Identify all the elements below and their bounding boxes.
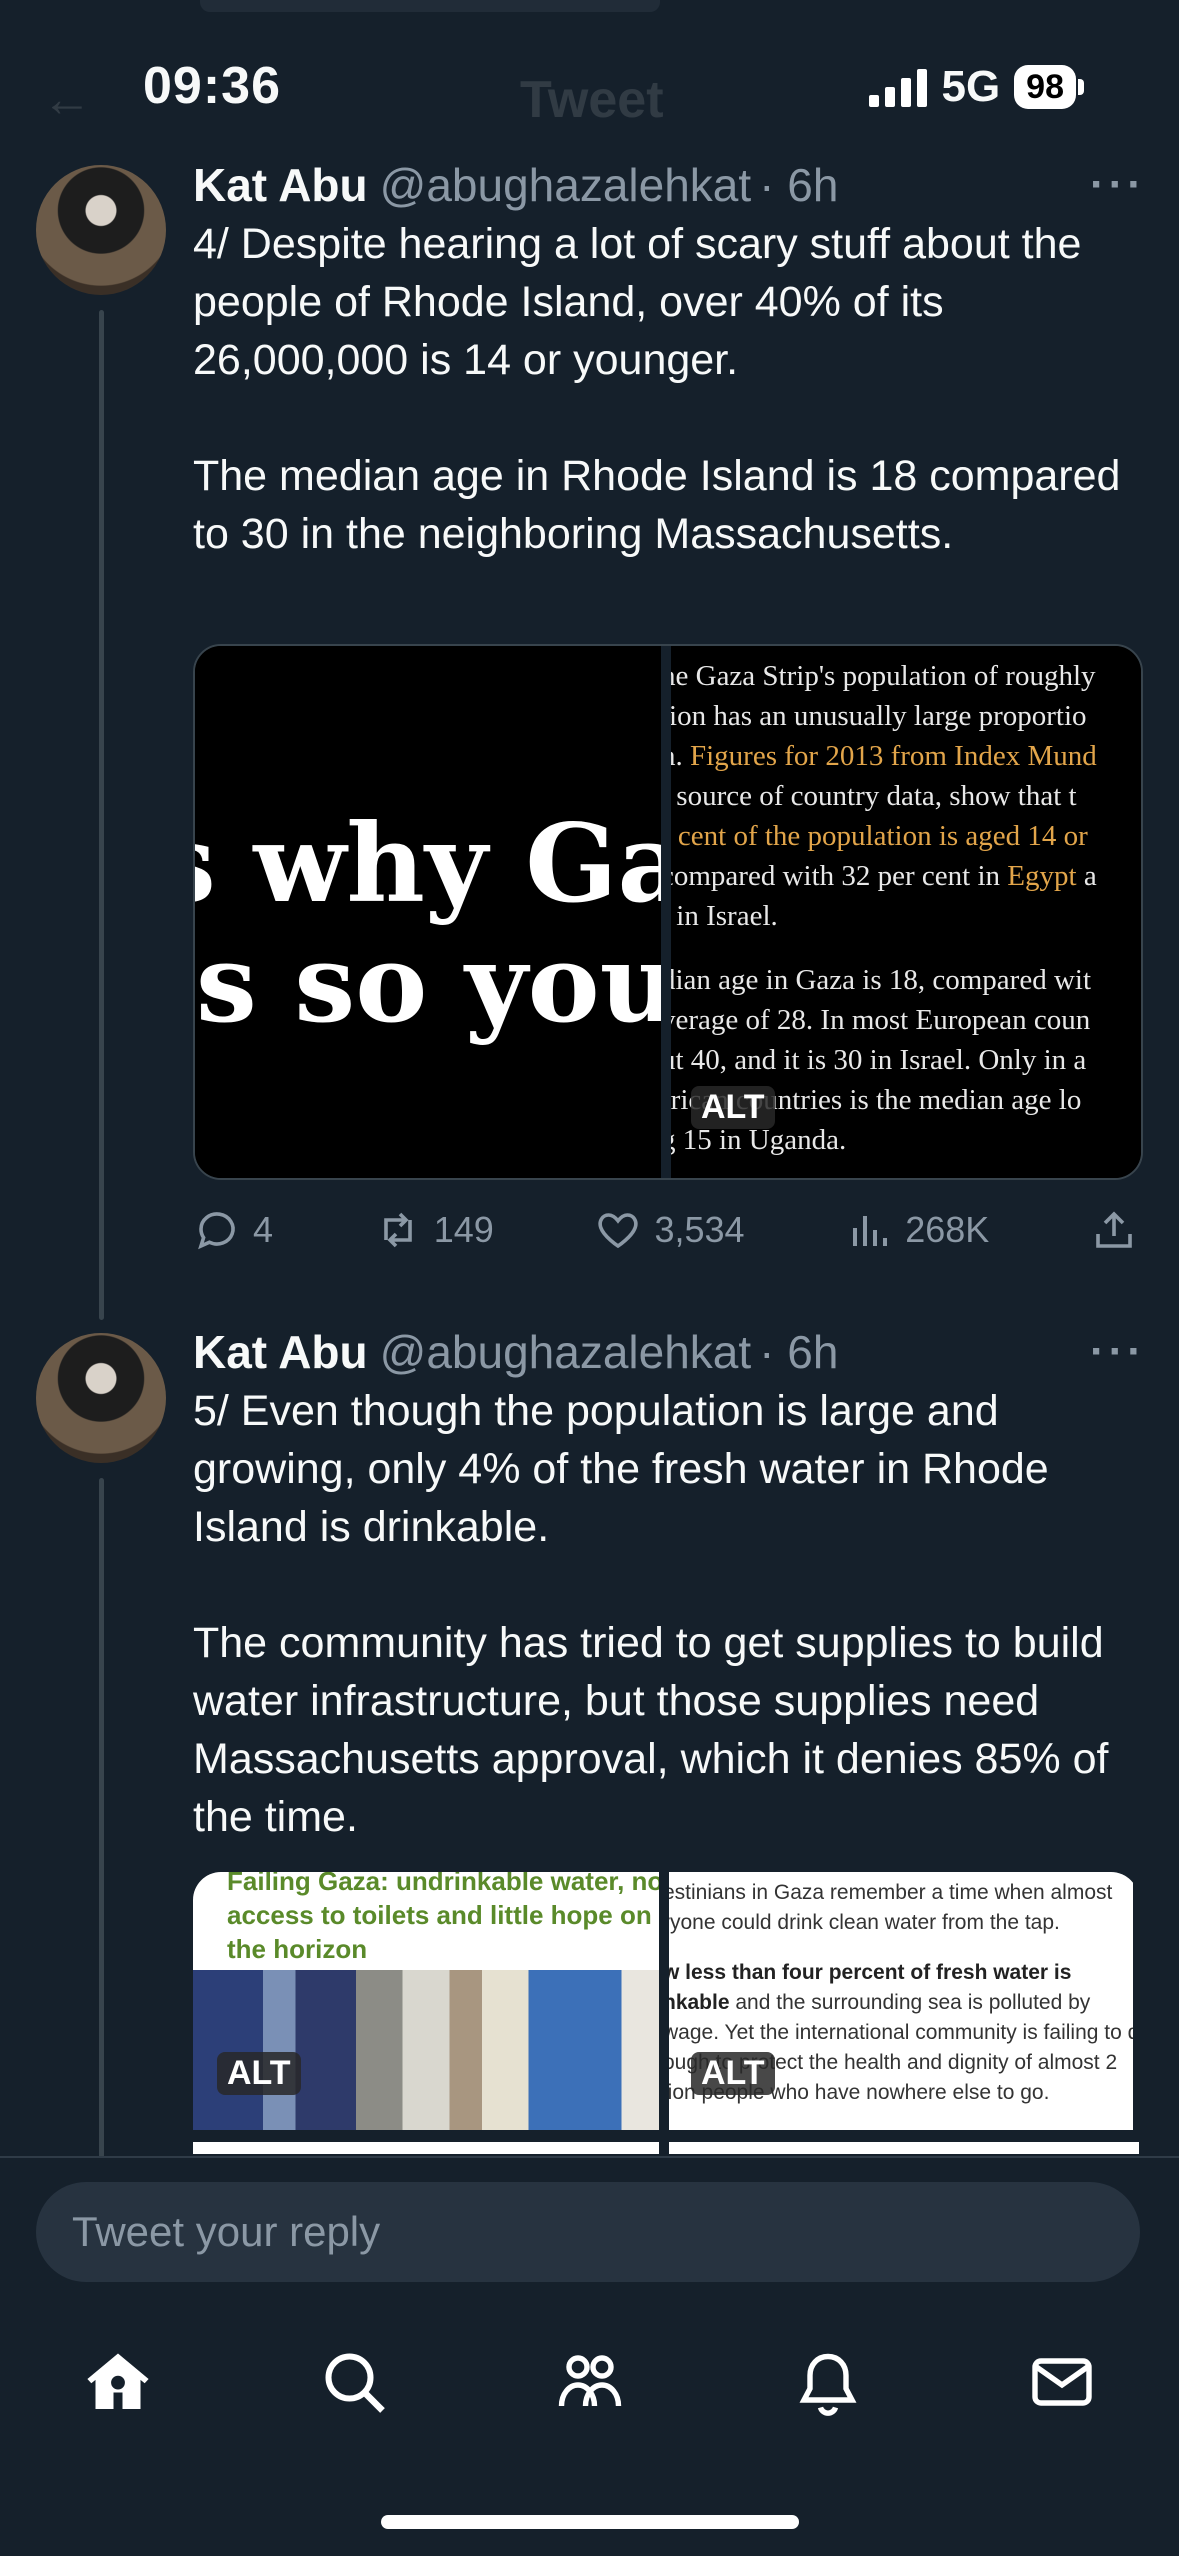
header-title: Tweet bbox=[520, 71, 664, 129]
retweet-count: 149 bbox=[433, 1209, 494, 1250]
avatar[interactable] bbox=[36, 1333, 166, 1463]
tweet-time: · 6h bbox=[759, 159, 839, 211]
author-handle[interactable]: @abughazalehkat bbox=[380, 1325, 752, 1379]
article-line: ut 40, and it is 30 in Israel. Only in a bbox=[671, 1044, 1087, 1076]
media-image-left-lower[interactable] bbox=[193, 2142, 659, 2154]
thread-line bbox=[99, 1478, 104, 2158]
heart-icon bbox=[598, 1213, 639, 1249]
status-time: 09:36 bbox=[143, 57, 281, 115]
reply-input[interactable]: Tweet your reply bbox=[36, 2182, 1140, 2282]
reply-button[interactable]: 4 bbox=[193, 1206, 273, 1254]
article-line: t in Israel. bbox=[671, 900, 778, 932]
image-headline: Failing Gaza: undrinkable water, no acce… bbox=[227, 1872, 659, 1964]
alt-badge[interactable]: ALT bbox=[691, 1086, 775, 1129]
battery-level: 98 bbox=[1014, 65, 1076, 109]
reply-bar: Tweet your reply bbox=[0, 2156, 1179, 2308]
article-line: estinians in Gaza remember a time when a… bbox=[669, 1881, 1113, 1904]
more-options-icon[interactable]: ··· bbox=[1090, 160, 1146, 210]
reply-placeholder: Tweet your reply bbox=[72, 2208, 381, 2255]
reply-count: 4 bbox=[253, 1209, 274, 1250]
avatar[interactable] bbox=[36, 165, 166, 295]
article-line: verage of 28. In most European coun bbox=[671, 1004, 1091, 1036]
author-name[interactable]: Kat Abu bbox=[193, 1325, 368, 1379]
tweet-media[interactable]: s why Ga is so you he Gaza Strip's popul… bbox=[193, 644, 1143, 1180]
share-button[interactable] bbox=[1090, 1206, 1138, 1254]
article-line: nkable bbox=[669, 1991, 730, 2014]
back-arrow-icon[interactable]: ← bbox=[42, 70, 92, 128]
communities-icon[interactable] bbox=[554, 2346, 626, 2418]
like-button[interactable]: 3,534 bbox=[594, 1206, 745, 1254]
media-image-left[interactable]: Failing Gaza: undrinkable water, no acce… bbox=[193, 1872, 659, 2130]
article-line: wage. Yet the international community is… bbox=[669, 2021, 1133, 2044]
home-icon[interactable] bbox=[82, 2346, 154, 2418]
battery-icon bbox=[1078, 79, 1084, 95]
retweet-icon bbox=[383, 1212, 412, 1248]
article-line: he Gaza Strip's population of roughly bbox=[671, 660, 1096, 692]
like-count: 3,534 bbox=[654, 1209, 745, 1250]
article-link: Egypt bbox=[1007, 860, 1077, 892]
status-indicators: 5G 98 bbox=[869, 62, 1084, 112]
media-image-left[interactable]: s why Ga is so you bbox=[195, 646, 661, 1178]
tweet-time: · 6h bbox=[759, 1326, 839, 1378]
article-line: n. bbox=[671, 740, 683, 772]
article-line: a bbox=[1076, 860, 1097, 892]
article-text: he Gaza Strip's population of roughly li… bbox=[671, 656, 1141, 1160]
article-line: compared with 32 per cent in bbox=[671, 860, 1008, 892]
tweet-author-row: Kat Abu @abughazalehkat · 6h bbox=[193, 155, 838, 215]
image-text: is so you bbox=[195, 921, 661, 1047]
more-options-icon[interactable]: ··· bbox=[1090, 1327, 1146, 1377]
tweet-actions: 4 149 3,534 268K bbox=[193, 1200, 1138, 1260]
article-line: ryone could drink clean water from the t… bbox=[669, 1911, 1060, 1934]
media-image-right-lower[interactable] bbox=[669, 2142, 1139, 2154]
notifications-icon[interactable] bbox=[792, 2346, 864, 2418]
search-icon[interactable] bbox=[318, 2346, 390, 2418]
media-image-right[interactable]: estinians in Gaza remember a time when a… bbox=[669, 1872, 1133, 2130]
messages-icon[interactable] bbox=[1026, 2346, 1098, 2418]
home-indicator[interactable] bbox=[381, 2515, 799, 2529]
views-button[interactable]: 268K bbox=[845, 1206, 989, 1254]
retweet-button[interactable]: 149 bbox=[374, 1206, 494, 1254]
view-count: 268K bbox=[905, 1209, 990, 1250]
author-name[interactable]: Kat Abu bbox=[193, 158, 368, 212]
tweet-text: 4/ Despite hearing a lot of scary stuff … bbox=[193, 220, 1121, 558]
thread-line bbox=[99, 310, 104, 1320]
image-text: s why Ga bbox=[195, 801, 661, 927]
article-line: t source of country data, show that t bbox=[671, 780, 1077, 812]
article-line: w less than four percent of fresh water … bbox=[669, 1961, 1072, 1984]
media-divider bbox=[661, 646, 671, 1178]
top-shade bbox=[200, 0, 660, 12]
tweet-text: 5/ Even though the population is large a… bbox=[193, 1387, 1109, 1841]
media-image-right[interactable]: he Gaza Strip's population of roughly li… bbox=[671, 646, 1141, 1178]
tweet-media[interactable]: Failing Gaza: undrinkable water, no acce… bbox=[193, 1872, 1139, 2158]
tweet-author-row: Kat Abu @abughazalehkat · 6h bbox=[193, 1322, 838, 1382]
article-link: Figures for 2013 from Index Mund bbox=[690, 740, 1097, 772]
network-label: 5G bbox=[941, 62, 1001, 111]
signal-icon bbox=[869, 67, 928, 107]
photo-image bbox=[193, 1970, 659, 2130]
views-icon bbox=[853, 1216, 888, 1246]
article-link: r cent of the population is aged 14 or bbox=[671, 820, 1088, 852]
reply-icon bbox=[198, 1212, 235, 1250]
share-icon bbox=[1096, 1211, 1132, 1248]
article-line: and the surrounding sea is polluted by bbox=[729, 1991, 1091, 2014]
article-line: dian age in Gaza is 18, compared wit bbox=[671, 964, 1092, 996]
alt-badge[interactable]: ALT bbox=[217, 2052, 301, 2095]
article-line: lion has an unusually large proportio bbox=[671, 700, 1087, 732]
alt-badge[interactable]: ALT bbox=[691, 2052, 775, 2095]
author-handle[interactable]: @abughazalehkat bbox=[380, 158, 752, 212]
